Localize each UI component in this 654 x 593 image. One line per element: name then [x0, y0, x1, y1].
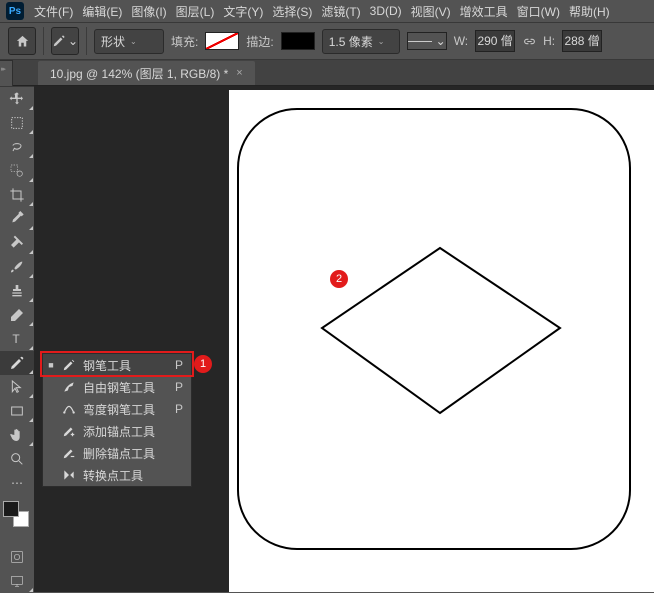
- menu-select[interactable]: 选择(S): [272, 3, 312, 20]
- chevron-down-icon: ⌄: [436, 34, 446, 48]
- tool-preset-button[interactable]: ⌄: [51, 27, 79, 55]
- flyout-item-free-pen[interactable]: 自由钢笔工具 P: [43, 376, 191, 398]
- flyout-item-del-anchor[interactable]: 删除锚点工具: [43, 442, 191, 464]
- menu-help[interactable]: 帮助(H): [569, 3, 610, 20]
- curve-pen-icon: [61, 402, 77, 416]
- flyout-item-pen[interactable]: ■ 钢笔工具 P: [43, 354, 191, 376]
- zoom-tool[interactable]: [0, 447, 34, 471]
- app-logo: Ps: [6, 2, 24, 20]
- free-pen-icon: [61, 380, 77, 394]
- stroke-label: 描边:: [246, 33, 273, 50]
- menu-view[interactable]: 视图(V): [411, 3, 451, 20]
- separator: [86, 27, 87, 55]
- rectangle-tool[interactable]: [0, 399, 34, 423]
- link-icon: [523, 35, 536, 48]
- quick-select-tool[interactable]: [0, 159, 34, 183]
- pen-tool[interactable]: [0, 351, 34, 375]
- menu-bar: Ps 文件(F) 编辑(E) 图像(I) 图层(L) 文字(Y) 选择(S) 滤…: [0, 0, 654, 22]
- document-tab-bar: 10.jpg @ 142% (图层 1, RGB/8) * ×: [0, 60, 654, 86]
- flyout-shortcut: P: [175, 380, 183, 394]
- flyout-label: 转换点工具: [83, 467, 177, 484]
- solid-line-icon: [408, 41, 432, 42]
- shape-mode-dropdown[interactable]: 形状 ⌄: [94, 29, 164, 54]
- menu-3d[interactable]: 3D(D): [370, 4, 402, 18]
- anchor-add-icon: [61, 424, 77, 438]
- edit-toolbar-button[interactable]: ⋯: [0, 471, 34, 495]
- menu-layer[interactable]: 图层(L): [176, 3, 215, 20]
- diamond-path: [310, 238, 570, 438]
- crop-tool[interactable]: [0, 183, 34, 207]
- menu-filter[interactable]: 滤镜(T): [321, 3, 360, 20]
- document-tab[interactable]: 10.jpg @ 142% (图层 1, RGB/8) * ×: [38, 61, 255, 85]
- stroke-style-dropdown[interactable]: ⌄: [407, 32, 447, 50]
- home-icon: [15, 34, 30, 49]
- width-label: W:: [454, 34, 468, 48]
- healing-tool[interactable]: [0, 231, 34, 255]
- marquee-tool[interactable]: [0, 111, 34, 135]
- width-input[interactable]: 290 僧: [475, 30, 515, 52]
- height-label: H:: [543, 34, 555, 48]
- shape-mode-label: 形状: [101, 33, 125, 50]
- lasso-tool[interactable]: [0, 135, 34, 159]
- convert-point-icon: [61, 468, 77, 482]
- quickmask-button[interactable]: [0, 545, 34, 569]
- fill-swatch[interactable]: [205, 32, 239, 50]
- height-input[interactable]: 288 僧: [562, 30, 602, 52]
- chevron-down-icon: ⌄: [130, 37, 137, 46]
- close-icon[interactable]: ×: [236, 67, 242, 79]
- brush-tool[interactable]: [0, 255, 34, 279]
- menu-image[interactable]: 图像(I): [131, 3, 166, 20]
- expand-icon: ▸▸: [1, 65, 4, 73]
- annotation-badge-2: 2: [330, 270, 348, 288]
- move-tool[interactable]: [0, 87, 34, 111]
- flyout-shortcut: P: [175, 358, 183, 372]
- toolbox: T ⋯: [0, 86, 34, 593]
- flyout-label: 添加锚点工具: [83, 423, 177, 440]
- eraser-tool[interactable]: [0, 303, 34, 327]
- home-button[interactable]: [8, 27, 36, 55]
- type-tool[interactable]: T: [0, 327, 34, 351]
- screenmode-button[interactable]: [0, 569, 34, 593]
- chevron-down-icon: ⌄: [68, 34, 78, 48]
- flyout-label: 弯度钢笔工具: [83, 401, 169, 418]
- eyedropper-tool[interactable]: [0, 207, 34, 231]
- options-bar: ⌄ 形状 ⌄ 填充: 描边: 1.5 像素 ⌄ ⌄ W: 290 僧 H: 28…: [0, 22, 654, 60]
- annotation-badge-1: 1: [194, 355, 212, 373]
- hand-tool[interactable]: [0, 423, 34, 447]
- menu-file[interactable]: 文件(F): [34, 3, 73, 20]
- pen-tool-flyout: ■ 钢笔工具 P 自由钢笔工具 P 弯度钢笔工具 P 添加锚点工具 删除锚点工具…: [42, 353, 192, 487]
- anchor-del-icon: [61, 446, 77, 460]
- document-tab-title: 10.jpg @ 142% (图层 1, RGB/8) *: [50, 65, 228, 82]
- link-wh-button[interactable]: [522, 31, 536, 51]
- chevron-down-icon: ⌄: [378, 37, 385, 46]
- menu-edit[interactable]: 编辑(E): [82, 3, 122, 20]
- flyout-item-curve-pen[interactable]: 弯度钢笔工具 P: [43, 398, 191, 420]
- stroke-swatch[interactable]: [281, 32, 315, 50]
- flyout-label: 钢笔工具: [83, 357, 169, 374]
- separator: [43, 27, 44, 55]
- flyout-shortcut: P: [175, 402, 183, 416]
- fill-label: 填充:: [171, 33, 198, 50]
- path-select-tool[interactable]: [0, 375, 34, 399]
- selected-dot-icon: ■: [47, 360, 55, 370]
- pen-icon: [61, 358, 77, 372]
- svg-text:T: T: [12, 332, 20, 346]
- pen-icon: [52, 34, 66, 48]
- flyout-item-add-anchor[interactable]: 添加锚点工具: [43, 420, 191, 442]
- menu-window[interactable]: 窗口(W): [517, 3, 560, 20]
- menu-plugins[interactable]: 增效工具: [460, 3, 508, 20]
- flyout-item-convert[interactable]: 转换点工具: [43, 464, 191, 486]
- foreground-swatch[interactable]: [3, 501, 19, 517]
- menu-type[interactable]: 文字(Y): [223, 3, 263, 20]
- flyout-label: 自由钢笔工具: [83, 379, 169, 396]
- color-swatches[interactable]: [3, 501, 31, 529]
- flyout-label: 删除锚点工具: [83, 445, 177, 462]
- stroke-width-value: 1.5 像素: [329, 33, 373, 50]
- stamp-tool[interactable]: [0, 279, 34, 303]
- stroke-width-dropdown[interactable]: 1.5 像素 ⌄: [322, 29, 400, 54]
- canvas-area[interactable]: [34, 86, 654, 592]
